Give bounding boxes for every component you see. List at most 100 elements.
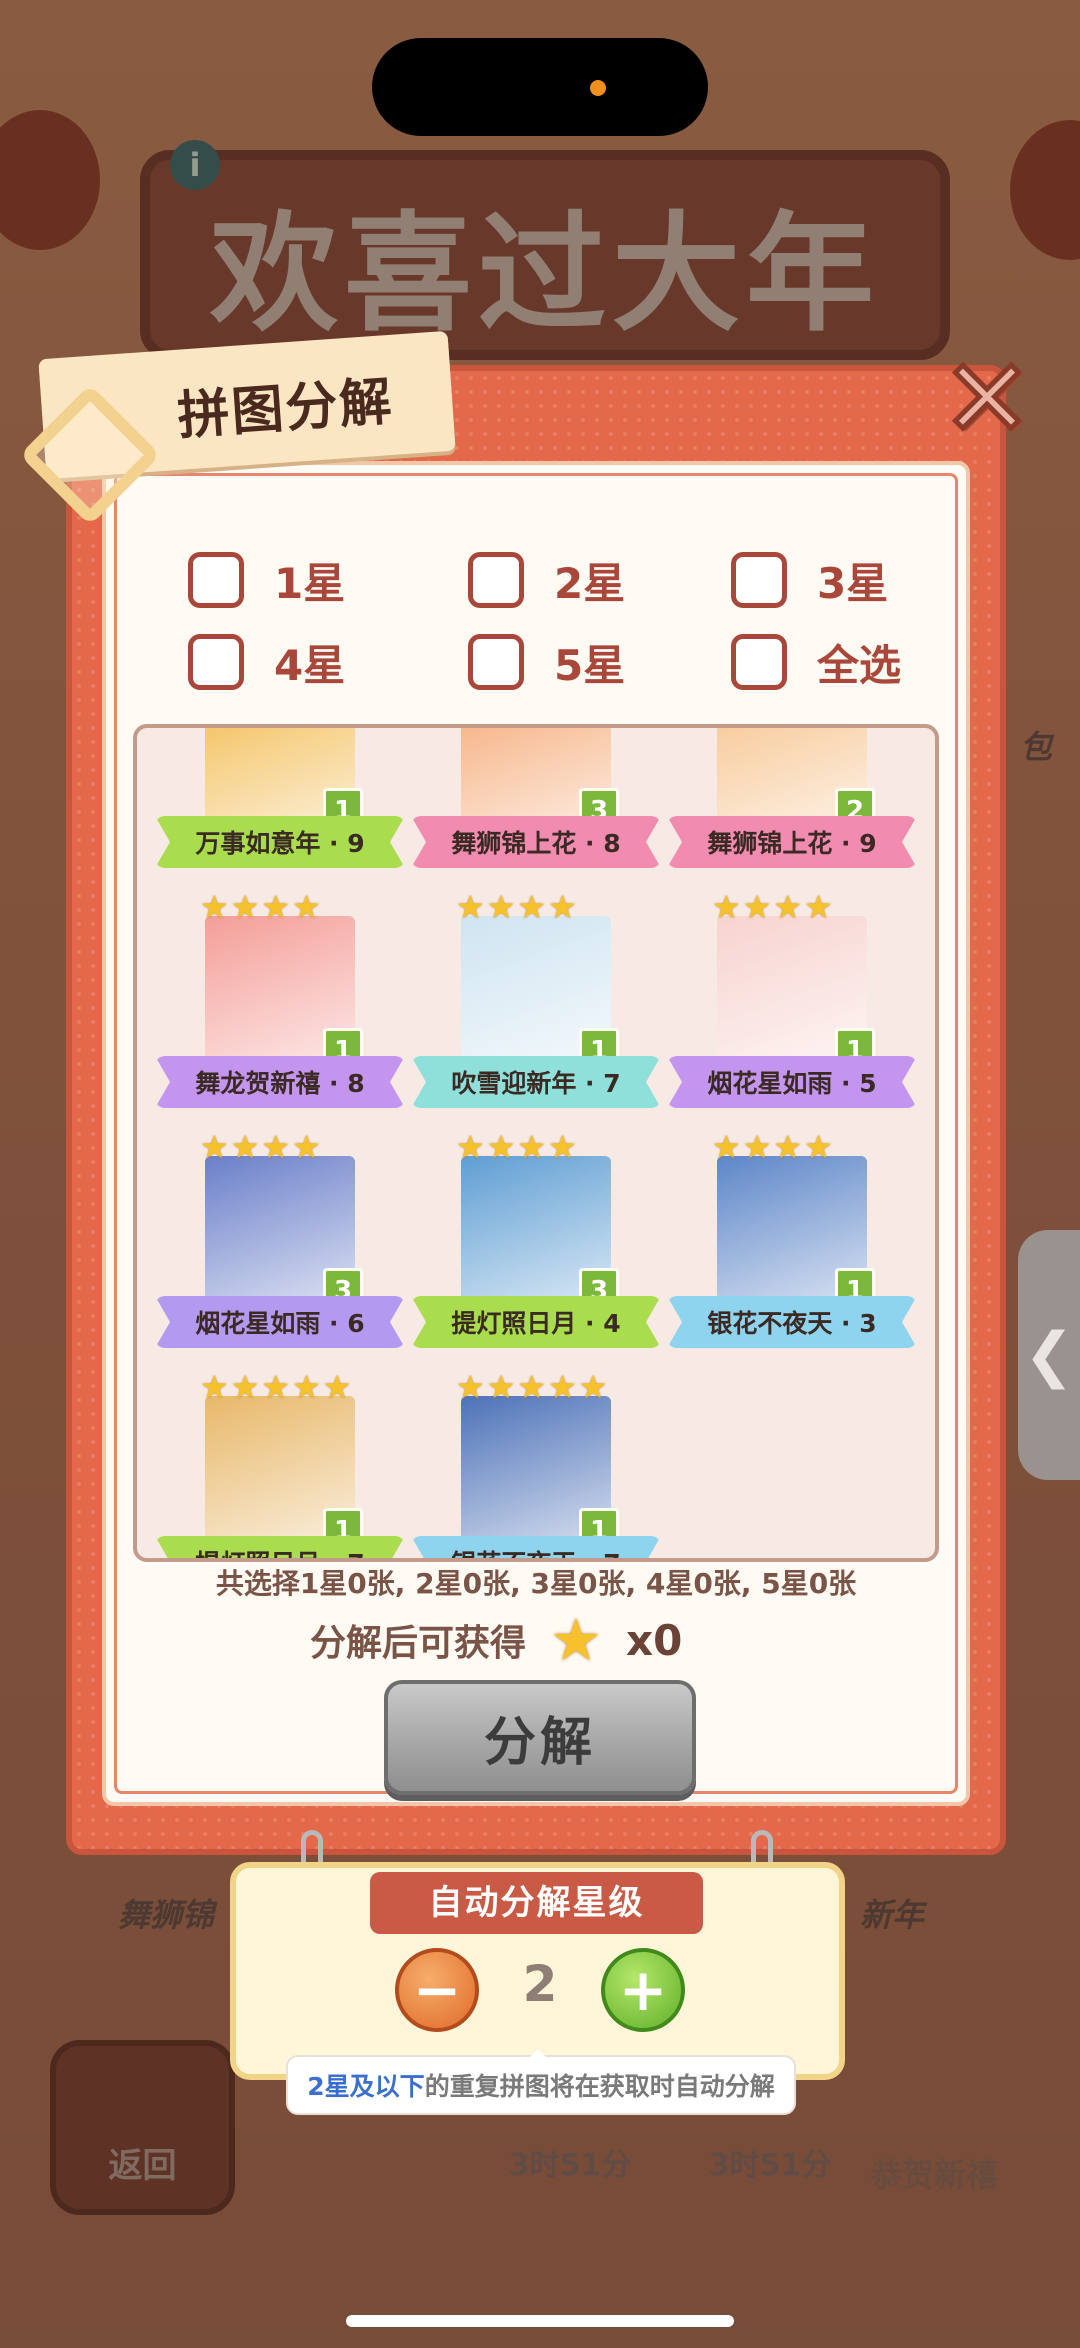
checkbox[interactable] [731, 634, 787, 690]
plus-icon: + [618, 1956, 668, 2024]
star-icon: ★ [456, 1128, 485, 1166]
star-icon: ★ [456, 888, 485, 926]
card-stars: ★ ★ ★ ★ [456, 890, 577, 924]
star-icon: ★ [200, 1368, 229, 1406]
checkbox[interactable] [731, 552, 787, 608]
star-icon: ★ [773, 1128, 803, 1166]
gain-row: 分解后可获得 ★ x0 [310, 1606, 683, 1674]
puzzle-card[interactable]: ★★★★★1提灯照日月 · 7 [155, 1368, 405, 1558]
star-icon: ★ [292, 1128, 321, 1166]
puzzle-card[interactable]: 1 万事如意年 · 9 [155, 728, 405, 888]
minus-icon: − [412, 1956, 462, 2024]
puzzle-card[interactable]: ★ ★ ★ ★ 3 提灯照日月 · 4 [411, 1128, 661, 1368]
puzzle-card-grid: 1 万事如意年 · 9 3 舞狮锦上花 · 8 2 舞狮锦上花 · 9 ★ ★ ★ ★ 1 舞龙贺新禧… [133, 724, 939, 1562]
star-icon: ★ [230, 1368, 260, 1406]
checkbox[interactable] [188, 634, 244, 690]
checkbox[interactable] [188, 552, 244, 608]
star-icon: ★ [548, 1128, 577, 1166]
chevron-left-icon: ❮ [1023, 1320, 1075, 1390]
filter-label: 1星 [274, 558, 346, 608]
decompose-label: 分解 [483, 1713, 596, 1773]
close-icon: ✕ [939, 337, 1034, 462]
card-name: 银花不夜天 · 3 [667, 1296, 917, 1348]
puzzle-card[interactable]: 2 舞狮锦上花 · 9 [667, 728, 917, 888]
star-icon: ★ [804, 888, 833, 926]
checkbox[interactable] [468, 552, 524, 608]
camera-indicator [590, 80, 606, 96]
star-icon: ★ [517, 1128, 547, 1166]
star-icon: ★ [230, 888, 260, 926]
home-indicator [346, 2315, 734, 2327]
star-icon: ★ [712, 1128, 741, 1166]
filter-label: 5星 [554, 640, 626, 690]
star-icon: ★ [200, 1128, 229, 1166]
star-filter-group: 1星 2星 3星 4星 5星 全选 [188, 550, 918, 700]
card-stars: ★ ★ ★ ★ ★ [200, 1370, 351, 1404]
side-tab[interactable]: ❮ [1018, 1230, 1080, 1480]
card-stars: ★ ★ ★ ★ [200, 1130, 321, 1164]
card-name: 提灯照日月 · 4 [411, 1296, 661, 1348]
puzzle-card[interactable]: ★ ★ ★ ★ 1 吹雪迎新年 · 7 [411, 888, 661, 1128]
star-icon: ★ [578, 1368, 608, 1406]
filter-label: 3星 [817, 558, 889, 608]
star-icon: ★ [486, 1128, 516, 1166]
card-name: 舞狮锦上花 · 8 [411, 816, 661, 868]
gain-label: 分解后可获得 [310, 1623, 527, 1664]
auto-decompose-title: 自动分解星级 [370, 1872, 703, 1934]
card-stars: ★ ★ ★ ★ [200, 890, 321, 924]
puzzle-card[interactable]: ★★★★★1银花不夜天 · 7 [411, 1368, 661, 1558]
star-icon: ★ [486, 1368, 516, 1406]
star-icon: ★ [804, 1128, 833, 1166]
star-icon: ★ [292, 888, 321, 926]
decompose-button[interactable]: 分解 [384, 1680, 696, 1795]
card-stars: ★ ★ ★ ★ ★ [456, 1370, 607, 1404]
filter-2-star[interactable]: 2星 [468, 550, 625, 610]
star-icon: ★ [486, 888, 516, 926]
filter-4-star[interactable]: 4星 [188, 632, 345, 692]
card-name: 万事如意年 · 9 [155, 816, 405, 868]
filter-label: 4星 [274, 640, 346, 690]
star-icon: ★ [548, 1368, 577, 1406]
puzzle-card[interactable]: 3 舞狮锦上花 · 8 [411, 728, 661, 888]
star-icon: ★ [456, 1368, 485, 1406]
star-icon: ★ [550, 1606, 603, 1674]
star-icon: ★ [261, 1128, 291, 1166]
hint-highlight: 2星及以下 [307, 2072, 425, 2101]
checkbox[interactable] [468, 634, 524, 690]
star-icon: ★ [712, 888, 741, 926]
increase-level-button[interactable]: + [601, 1948, 685, 2032]
hint-text: 的重复拼图将在获取时自动分解 [424, 2072, 775, 2101]
auto-decompose-hint: 2星及以下 的重复拼图将在获取时自动分解 [286, 2049, 796, 2115]
filter-label: 全选 [817, 640, 902, 690]
filter-5-star[interactable]: 5星 [468, 632, 625, 692]
camera-notch [372, 38, 708, 136]
star-icon: ★ [261, 888, 291, 926]
card-name: 舞狮锦上花 · 9 [667, 816, 917, 868]
decrease-level-button[interactable]: − [395, 1948, 479, 2032]
star-icon: ★ [517, 888, 547, 926]
filter-select-all[interactable]: 全选 [731, 632, 901, 692]
filter-1-star[interactable]: 1星 [188, 550, 345, 610]
card-name: 舞龙贺新禧 · 8 [155, 1056, 405, 1108]
filter-3-star[interactable]: 3星 [731, 550, 888, 610]
card-name: 吹雪迎新年 · 7 [411, 1056, 661, 1108]
card-stars: ★ ★ ★ ★ [712, 1130, 833, 1164]
puzzle-card[interactable]: ★ ★ ★ ★ 1 舞龙贺新禧 · 8 [155, 888, 405, 1128]
star-icon: ★ [261, 1368, 291, 1406]
gain-amount: x0 [626, 1615, 683, 1665]
puzzle-card[interactable]: ★ ★ ★ ★ 1 银花不夜天 · 3 [667, 1128, 917, 1368]
selection-summary: 共选择1星0张, 2星0张, 3星0张, 4星0张, 5星0张 [215, 1567, 857, 1600]
star-icon: ★ [200, 888, 229, 926]
card-stars: ★ ★ ★ ★ [712, 890, 833, 924]
auto-decompose-level: 2 [522, 1955, 558, 2013]
filter-label: 2星 [554, 558, 626, 608]
card-name: 提灯照日月 · 7 [155, 1536, 405, 1558]
puzzle-card[interactable]: ★ ★ ★ ★ 3 烟花星如雨 · 6 [155, 1128, 405, 1368]
modal-title: 拼图分解 [175, 371, 396, 447]
puzzle-card[interactable]: ★ ★ ★ ★ 1 烟花星如雨 · 5 [667, 888, 917, 1128]
star-icon: ★ [517, 1368, 547, 1406]
close-button[interactable]: ✕ [939, 343, 1034, 456]
card-name: 银花不夜天 · 7 [411, 1536, 661, 1558]
card-name: 烟花星如雨 · 5 [667, 1056, 917, 1108]
star-icon: ★ [773, 888, 803, 926]
